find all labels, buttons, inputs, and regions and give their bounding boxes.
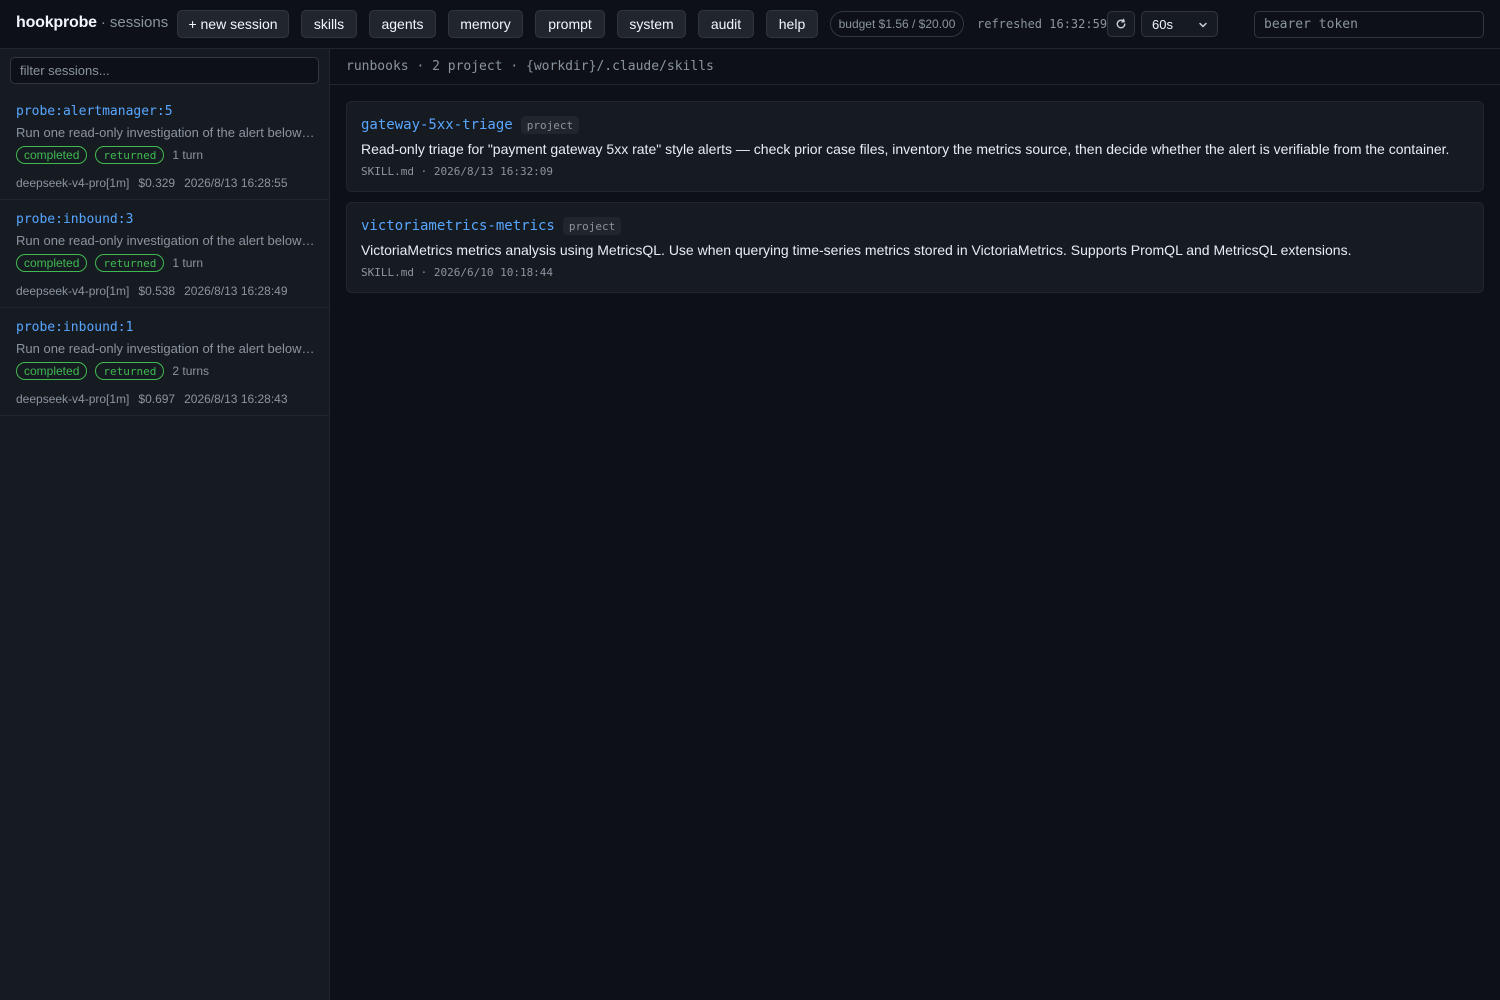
session-description: Run one read-only investigation of the a… — [16, 341, 318, 356]
session-model: deepseek-v4-pro[1m] — [16, 176, 130, 190]
skill-name-link[interactable]: gateway-5xx-triage — [361, 117, 513, 133]
turn-count: 2 turns — [172, 364, 210, 378]
skill-description: Read-only triage for "payment gateway 5x… — [361, 141, 1450, 157]
result-badge: returned — [95, 254, 165, 272]
filter-sessions-input[interactable] — [10, 57, 319, 84]
brand-separator: · — [100, 14, 106, 31]
skill-meta: SKILL.md · 2026/6/10 10:18:44 — [361, 266, 554, 279]
session-cost: $0.329 — [138, 176, 176, 190]
result-badge: returned — [95, 362, 165, 380]
session-cost: $0.697 — [138, 392, 176, 406]
nav-system-button[interactable]: system — [617, 10, 686, 38]
session-model: deepseek-v4-pro[1m] — [16, 284, 130, 298]
session-time: 2026/8/13 16:28:49 — [184, 284, 288, 298]
session-description: Run one read-only investigation of the a… — [16, 125, 318, 140]
runbooks-panel: runbooks · 2 project · {workdir}/.claude… — [330, 49, 1500, 1000]
interval-value: 60s — [1152, 16, 1173, 32]
runbooks-path: runbooks · 2 project · {workdir}/.claude… — [346, 59, 714, 74]
section-name: sessions — [109, 14, 169, 31]
refresh-button[interactable] — [1107, 11, 1135, 37]
session-description: Run one read-only investigation of the a… — [16, 233, 318, 248]
session-title: probe:inbound:1 — [16, 320, 134, 335]
top-bar: hookprobe · sessions + new session skill… — [0, 0, 1500, 49]
bearer-token-input[interactable] — [1254, 11, 1484, 38]
nav-audit-button[interactable]: audit — [698, 10, 754, 38]
panel-header: runbooks · 2 project · {workdir}/.claude… — [330, 49, 1500, 85]
app-name: hookprobe — [16, 14, 97, 31]
turn-count: 1 turn — [172, 148, 204, 162]
nav-prompt-button[interactable]: prompt — [535, 10, 605, 38]
nav-skills-button[interactable]: skills — [301, 10, 357, 38]
result-badge: returned — [95, 146, 165, 164]
skill-meta: SKILL.md · 2026/8/13 16:32:09 — [361, 165, 554, 178]
skill-card: gateway-5xx-triage project Read-only tri… — [346, 101, 1484, 192]
refreshed-timestamp: refreshed 16:32:59 — [977, 17, 1108, 31]
session-title: probe:alertmanager:5 — [16, 104, 173, 119]
session-title: probe:inbound:3 — [16, 212, 134, 227]
brand: hookprobe · sessions — [16, 14, 168, 32]
session-item[interactable]: probe:inbound:3 Run one read-only invest… — [0, 200, 329, 308]
session-item[interactable]: probe:alertmanager:5 Run one read-only i… — [0, 92, 329, 200]
skill-name-link[interactable]: victoriametrics-metrics — [361, 218, 555, 234]
skill-description: VictoriaMetrics metrics analysis using M… — [361, 242, 1352, 258]
refresh-interval-select[interactable]: 60s — [1141, 11, 1218, 37]
refresh-icon — [1116, 18, 1126, 29]
nav-memory-button[interactable]: memory — [448, 10, 523, 38]
skill-card: victoriametrics-metrics project Victoria… — [346, 202, 1484, 293]
session-time: 2026/8/13 16:28:55 — [184, 176, 288, 190]
status-badge: completed — [16, 146, 88, 164]
chevron-down-icon — [1199, 22, 1207, 28]
status-badge: completed — [16, 254, 88, 272]
session-item[interactable]: probe:inbound:1 Run one read-only invest… — [0, 308, 329, 416]
scope-tag: project — [562, 217, 622, 235]
scope-tag: project — [520, 116, 580, 134]
nav-help-button[interactable]: help — [766, 10, 818, 38]
session-time: 2026/8/13 16:28:43 — [184, 392, 288, 406]
status-badge: completed — [16, 362, 88, 380]
sessions-sidebar: probe:alertmanager:5 Run one read-only i… — [0, 49, 330, 1000]
turn-count: 1 turn — [172, 256, 204, 270]
session-model: deepseek-v4-pro[1m] — [16, 392, 130, 406]
new-session-button[interactable]: + new session — [177, 10, 289, 38]
budget-indicator: budget $1.56 / $20.00 — [830, 11, 964, 37]
session-cost: $0.538 — [138, 284, 176, 298]
nav-agents-button[interactable]: agents — [369, 10, 436, 38]
